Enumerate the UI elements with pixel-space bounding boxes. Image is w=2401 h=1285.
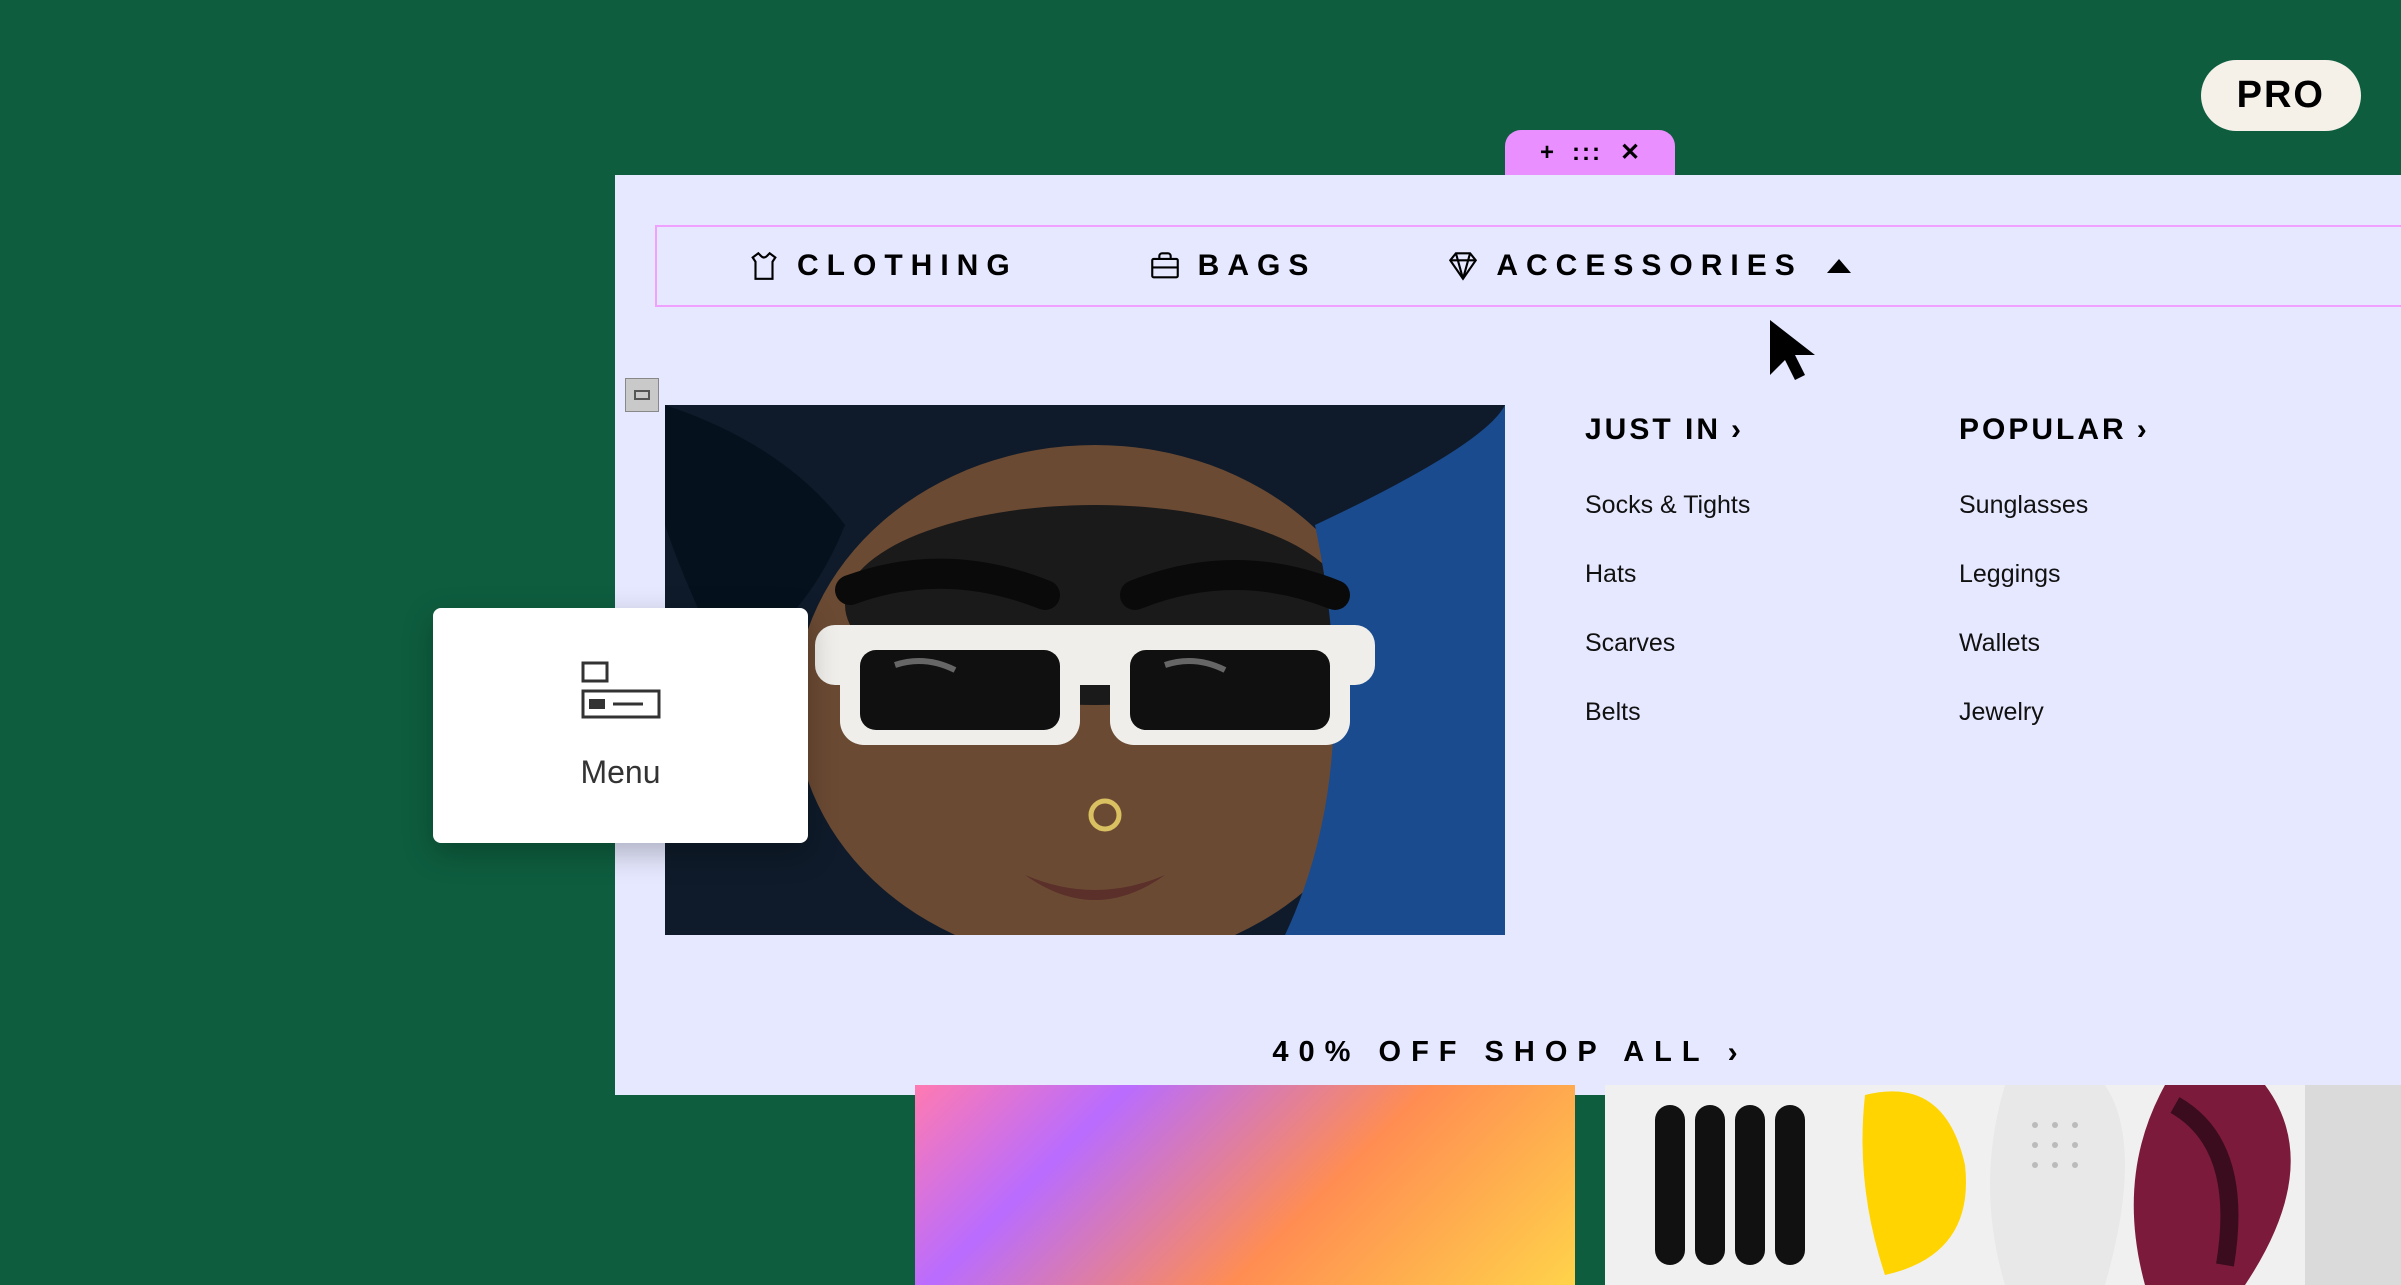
chevron-right-icon: ›: [1731, 413, 1744, 447]
column-heading-label: JUST IN: [1585, 413, 1721, 447]
chevron-right-icon: ›: [2137, 413, 2150, 447]
chevron-up-icon: [1827, 259, 1851, 273]
diamond-icon: [1446, 249, 1480, 283]
nav-label: BAGS: [1198, 249, 1317, 283]
column-heading-justin[interactable]: JUST IN ›: [1585, 413, 1750, 447]
widget-card-label: Menu: [580, 754, 660, 791]
nav-item-clothing[interactable]: CLOTHING: [747, 249, 1018, 283]
menu-link[interactable]: Sunglasses: [1959, 491, 2150, 520]
mega-menu-column-popular: POPULAR › Sunglasses Leggings Wallets Je…: [1959, 413, 2150, 767]
nav-item-accessories[interactable]: ACCESSORIES: [1446, 249, 1850, 283]
cursor-icon: [1765, 315, 1825, 390]
product-thumb-sneaker[interactable]: [1605, 1085, 2401, 1285]
nav-label: CLOTHING: [797, 249, 1018, 283]
column-heading-label: POPULAR: [1959, 413, 2127, 447]
tshirt-icon: [747, 249, 781, 283]
selection-handle[interactable]: [625, 378, 659, 412]
rectangle-icon: [634, 390, 650, 400]
column-heading-popular[interactable]: POPULAR ›: [1959, 413, 2150, 447]
menu-link[interactable]: Jewelry: [1959, 698, 2150, 727]
menu-link[interactable]: Leggings: [1959, 560, 2150, 589]
product-thumb-gradient[interactable]: [915, 1085, 1575, 1285]
mega-menu-column-justin: JUST IN › Socks & Tights Hats Scarves Be…: [1585, 413, 1750, 767]
chevron-right-icon: ›: [1728, 1036, 1748, 1070]
menu-link[interactable]: Belts: [1585, 698, 1750, 727]
promo-banner[interactable]: 40% OFF SHOP ALL ›: [615, 1020, 2401, 1085]
close-icon[interactable]: ✕: [1620, 138, 1640, 167]
menu-link[interactable]: Socks & Tights: [1585, 491, 1750, 520]
menu-link[interactable]: Wallets: [1959, 629, 2150, 658]
plus-icon[interactable]: +: [1540, 139, 1554, 167]
section-tab[interactable]: + ::: ✕: [1505, 130, 1675, 175]
editor-preview-window: + ::: ✕ CLOTHING BAGS: [615, 175, 2401, 1095]
nav-label: ACCESSORIES: [1496, 249, 1802, 283]
store-navbar: CLOTHING BAGS ACCESSORIES: [655, 225, 2401, 307]
menu-link[interactable]: Hats: [1585, 560, 1750, 589]
promo-text: 40% OFF SHOP ALL: [1272, 1036, 1709, 1069]
menu-link[interactable]: Scarves: [1585, 629, 1750, 658]
widget-card-menu[interactable]: Menu: [433, 608, 808, 843]
menu-widget-icon: [581, 661, 661, 724]
nav-item-bags[interactable]: BAGS: [1148, 249, 1317, 283]
briefcase-icon: [1148, 249, 1182, 283]
drag-handle-icon[interactable]: :::: [1572, 139, 1602, 167]
pro-badge: PRO: [2201, 60, 2361, 131]
